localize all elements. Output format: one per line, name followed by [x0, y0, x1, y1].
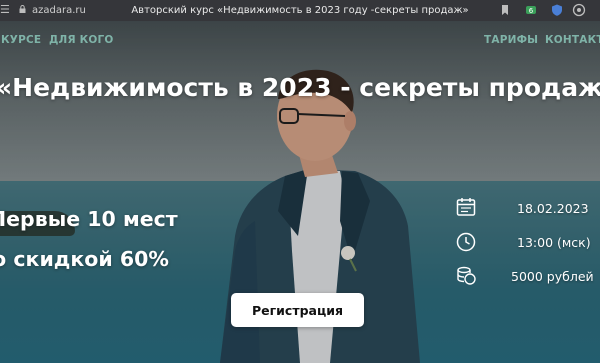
- profile-extension-icon[interactable]: [572, 3, 586, 17]
- page-title: Авторский курс «Недвижимость в 2023 году…: [131, 5, 469, 16]
- shield-extension-icon[interactable]: [550, 3, 564, 17]
- event-price: 5000 рублей: [511, 269, 594, 284]
- register-button[interactable]: Регистрация: [231, 293, 364, 327]
- hero-section: КУРСЕ ДЛЯ КОГО ТАРИФЫ КОНТАКТЫ «Недвижим…: [0, 21, 600, 363]
- hero-headline: «Недвижимость в 2023 - секреты продаж»: [0, 73, 600, 102]
- clock-icon: [456, 232, 476, 252]
- calendar-icon: [456, 198, 476, 216]
- nav-link-about[interactable]: КУРСЕ: [1, 34, 41, 46]
- bookmark-icon[interactable]: [498, 3, 512, 17]
- address-bar[interactable]: azadara.ru: [32, 3, 86, 18]
- event-time: 13:00 (мск): [517, 235, 591, 250]
- browser-toolbar: ☰ azadara.ru Авторский курс «Недвижимост…: [0, 0, 600, 21]
- nav-link-contacts[interactable]: КОНТАКТЫ: [545, 34, 600, 46]
- lock-icon: [19, 5, 26, 13]
- coins-icon: [457, 266, 476, 285]
- svg-text:6: 6: [529, 7, 534, 15]
- offer-line-1: Первые 10 мест: [0, 207, 178, 231]
- menu-icon[interactable]: ☰: [0, 3, 14, 17]
- nav-link-for-whom[interactable]: ДЛЯ КОГО: [49, 34, 114, 46]
- nav-link-tariffs[interactable]: ТАРИФЫ: [484, 34, 538, 46]
- extension-icon[interactable]: 6: [524, 3, 538, 17]
- offer-line-2: со скидкой 60%: [0, 247, 169, 271]
- event-date: 18.02.2023: [517, 201, 589, 216]
